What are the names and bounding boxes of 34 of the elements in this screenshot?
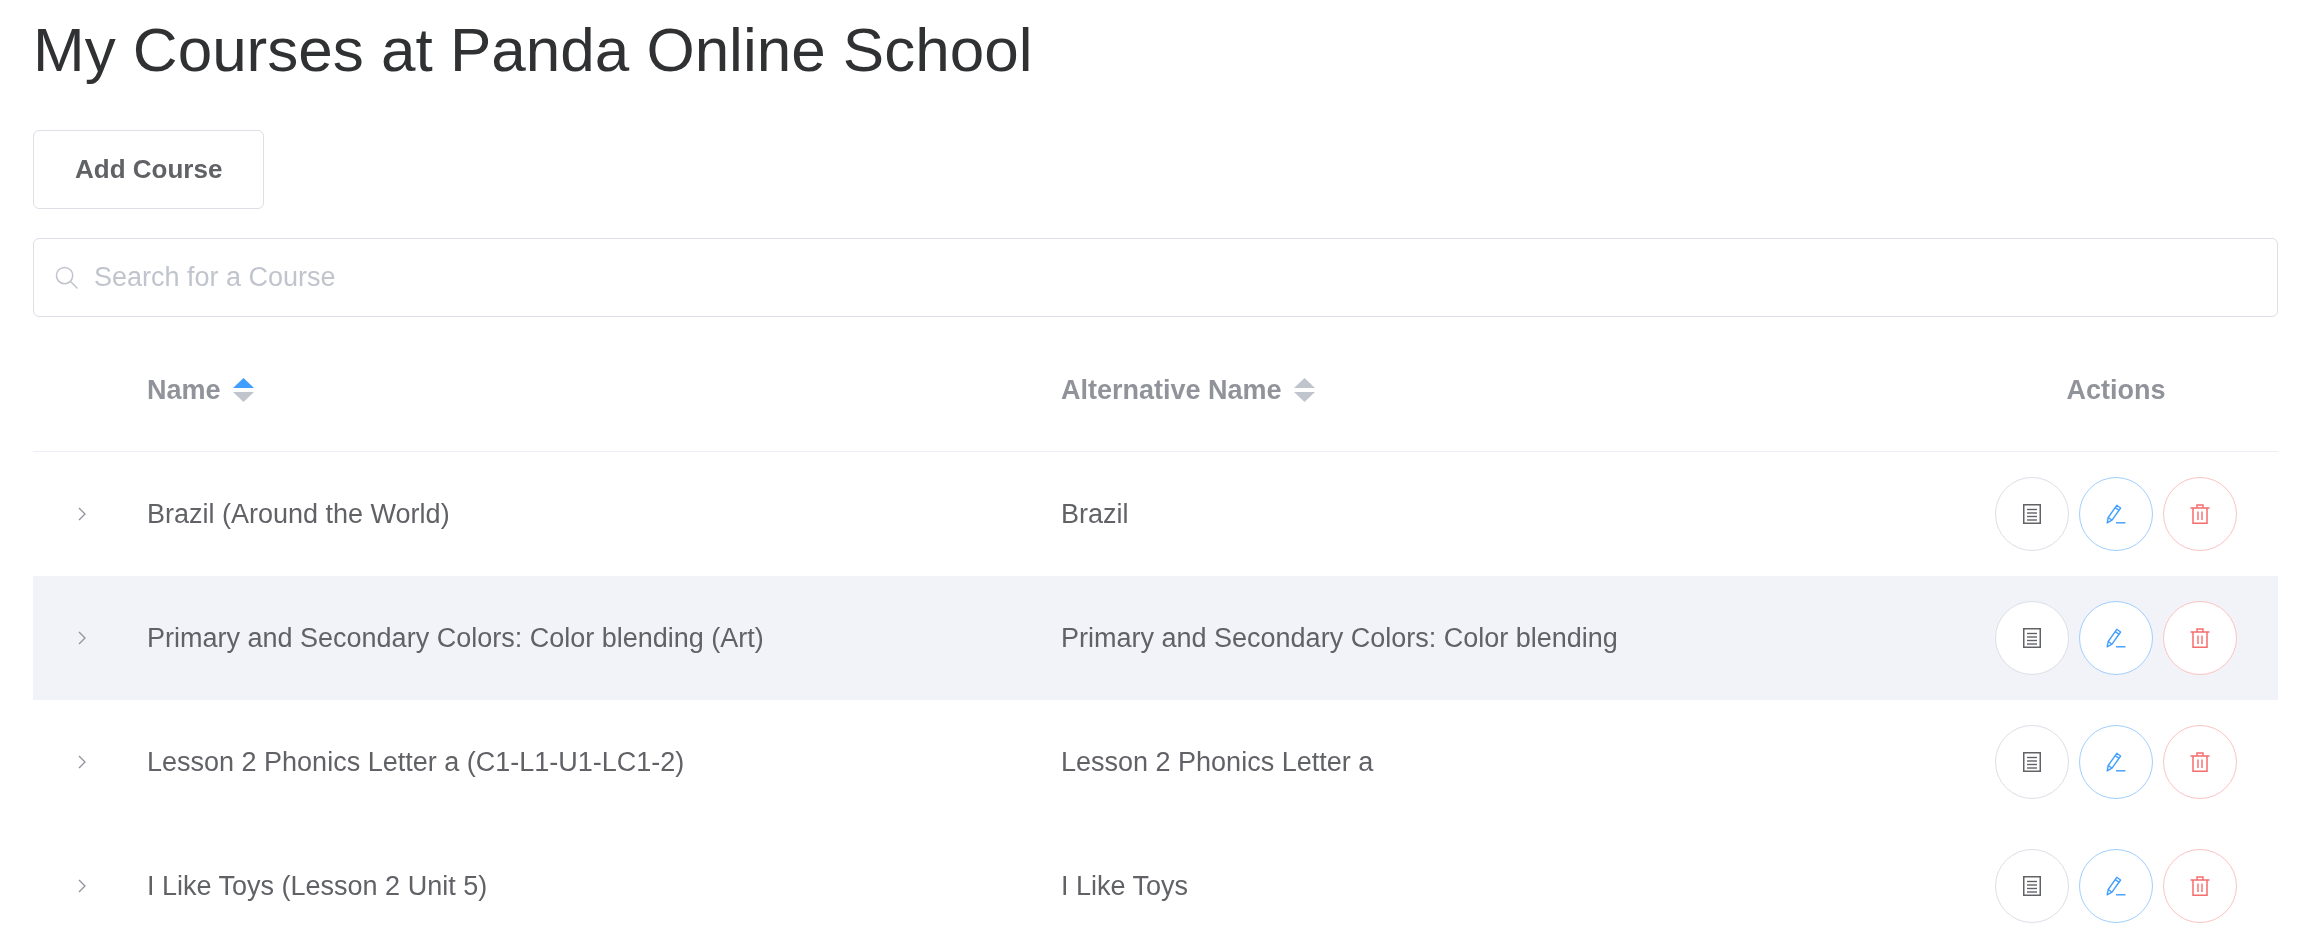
course-name: Lesson 2 Phonics Letter a (C1-L1-U1-LC1-2) bbox=[147, 746, 685, 778]
column-header: Actions bbox=[2066, 374, 2166, 406]
trash-icon bbox=[2190, 504, 2210, 524]
add-course-button[interactable]: Add Course bbox=[33, 130, 265, 209]
chevron-icon[interactable] bbox=[77, 507, 86, 521]
column-header[interactable]: Name bbox=[147, 374, 221, 406]
alternative-name: Lesson 2 Phonics Letter a bbox=[1061, 746, 1374, 778]
column-header[interactable]: Alternative Name bbox=[1061, 374, 1282, 406]
sort-icon[interactable] bbox=[232, 378, 254, 402]
chevron-icon[interactable] bbox=[77, 755, 86, 769]
alternative-name: I Like Toys bbox=[1061, 870, 1189, 902]
page-title: My Courses at Panda Online School bbox=[33, 14, 1034, 86]
document-icon bbox=[2023, 876, 2041, 896]
chevron-icon[interactable] bbox=[77, 879, 86, 893]
chevron-icon[interactable] bbox=[77, 631, 86, 645]
alternative-name: Primary and Secondary Colors: Color blending bbox=[1061, 622, 1618, 654]
sort-icon[interactable] bbox=[1293, 378, 1315, 402]
table-row[interactable]: Primary and Secondary Colors: Color blending (Art) Primary and Secondary Colors: Color blending bbox=[33, 576, 2278, 700]
search-field[interactable]: Search for a Course bbox=[33, 238, 2278, 317]
pencil-icon bbox=[2106, 876, 2126, 896]
course-name: Primary and Secondary Colors: Color blending (Art) bbox=[147, 622, 764, 654]
pencil-icon bbox=[2106, 504, 2126, 524]
document-icon bbox=[2023, 628, 2041, 648]
document-icon bbox=[2023, 504, 2041, 524]
pencil-icon bbox=[2106, 752, 2126, 772]
search-icon bbox=[55, 266, 78, 289]
trash-icon bbox=[2190, 752, 2210, 772]
course-name: I Like Toys (Lesson 2 Unit 5) bbox=[147, 870, 488, 902]
trash-icon bbox=[2190, 876, 2210, 896]
alternative-name: Brazil bbox=[1061, 498, 1129, 530]
document-icon bbox=[2023, 752, 2041, 772]
course-name: Brazil (Around the World) bbox=[147, 498, 450, 530]
trash-icon bbox=[2190, 628, 2210, 648]
pencil-icon bbox=[2106, 628, 2126, 648]
